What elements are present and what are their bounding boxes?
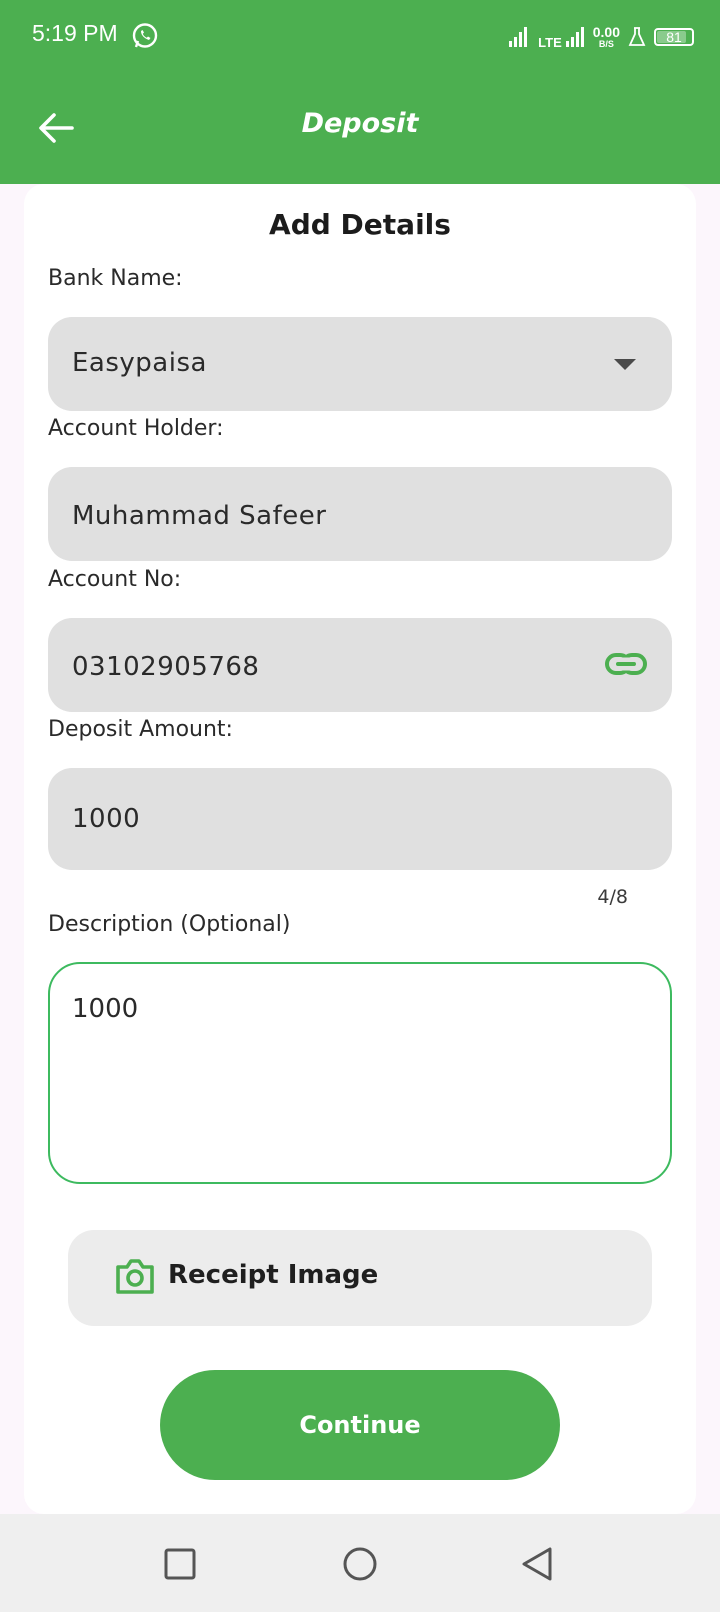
- account-no-field[interactable]: 03102905768: [48, 618, 672, 712]
- deposit-amount-value: 1000: [72, 804, 141, 834]
- form-heading: Add Details: [269, 208, 451, 241]
- battery-icon: 81: [654, 28, 694, 46]
- network-label: LTE: [538, 35, 562, 50]
- char-counter: 4/8: [597, 886, 628, 908]
- description-label: Description (Optional): [48, 912, 291, 937]
- page-title: Deposit: [301, 108, 419, 139]
- account-holder-value: Muhammad Safeer: [72, 501, 327, 531]
- account-holder-field[interactable]: Muhammad Safeer: [48, 467, 672, 561]
- details-card: Add Details Bank Name: Easypaisa Account…: [24, 184, 696, 1514]
- account-holder-label: Account Holder:: [48, 416, 224, 441]
- bank-name-value: Easypaisa: [72, 348, 207, 378]
- recents-square-icon[interactable]: [160, 1544, 200, 1584]
- status-time: 5:19 PM: [32, 20, 118, 46]
- system-nav-bar: [0, 1514, 720, 1612]
- network-speed: 0.00 B/S: [593, 25, 620, 49]
- receipt-image-label: Receipt Image: [168, 1260, 379, 1290]
- description-textarea[interactable]: 1000: [48, 962, 672, 1184]
- description-value: 1000: [72, 994, 139, 1024]
- battery-level: 81: [666, 29, 682, 45]
- bank-name-label: Bank Name:: [48, 266, 183, 291]
- deposit-amount-label: Deposit Amount:: [48, 717, 233, 742]
- speed-unit: B/S: [598, 39, 614, 49]
- lte-signal-icon: LTE: [538, 26, 585, 50]
- deposit-amount-field[interactable]: 1000: [48, 768, 672, 870]
- receipt-image-button[interactable]: Receipt Image: [68, 1230, 652, 1326]
- camera-icon: [116, 1259, 154, 1294]
- speed-value: 0.00: [592, 24, 620, 40]
- status-icons: LTE 0.00 B/S 81: [508, 22, 694, 52]
- link-icon[interactable]: [604, 648, 648, 682]
- whatsapp-icon: [132, 23, 158, 48]
- caret-down-icon: [614, 359, 636, 370]
- status-bar: 5:19 PM LTE 0.00 B/S 81: [0, 0, 720, 72]
- account-no-label: Account No:: [48, 567, 182, 592]
- app-bar: Deposit: [0, 72, 720, 184]
- signal-icon: [509, 27, 528, 47]
- home-circle-icon[interactable]: [340, 1544, 380, 1584]
- back-triangle-icon[interactable]: [518, 1544, 558, 1584]
- continue-button[interactable]: Continue: [160, 1370, 560, 1480]
- flask-icon: [628, 27, 646, 46]
- account-no-value: 03102905768: [72, 652, 260, 682]
- bank-name-dropdown[interactable]: Easypaisa: [48, 317, 672, 411]
